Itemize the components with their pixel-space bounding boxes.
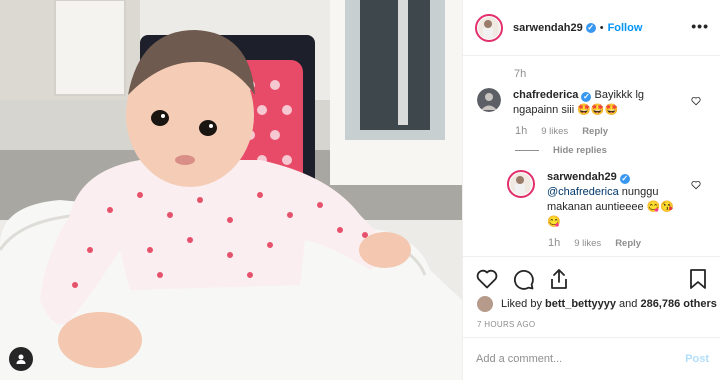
more-options-icon[interactable]: ••• bbox=[691, 19, 709, 33]
comment-emoji: 🤩🤩🤩 bbox=[577, 104, 619, 116]
commenter-avatar-image bbox=[477, 88, 501, 112]
reply-likes[interactable]: 9 likes bbox=[574, 238, 601, 249]
reply-text: sarwendah29 ✓ @chafrederica nunggu makana… bbox=[547, 170, 677, 230]
post-side-panel: sarwendah29 ✓ • Follow ••• 7h chafrederi… bbox=[462, 0, 720, 380]
verified-badge-icon: ✓ bbox=[585, 22, 596, 33]
comment-meta: 1h 9 likes Reply bbox=[515, 125, 608, 137]
reply-mention[interactable]: @chafrederica bbox=[547, 186, 619, 198]
reply-avatar-image bbox=[510, 173, 530, 193]
header-separator: • bbox=[599, 21, 604, 34]
liked-by-others[interactable]: 286,786 others bbox=[640, 298, 716, 310]
reply-username[interactable]: sarwendah29 bbox=[547, 171, 617, 183]
hide-replies-divider bbox=[515, 150, 539, 151]
post-age[interactable]: 7 HOURS AGO bbox=[477, 320, 535, 329]
post-photo[interactable] bbox=[0, 0, 462, 380]
add-comment-input[interactable]: Add a comment... bbox=[476, 353, 562, 365]
reply-like-heart-icon[interactable] bbox=[691, 180, 701, 190]
comment-item: chafrederica ✓ Bayikkk lg ngapainn siii 🤩… bbox=[477, 88, 689, 118]
comment-text: chafrederica ✓ Bayikkk lg ngapainn siii 🤩… bbox=[513, 88, 689, 118]
verified-badge-icon: ✓ bbox=[581, 92, 592, 102]
share-icon[interactable] bbox=[547, 267, 571, 291]
baby-photo-illustration bbox=[0, 0, 462, 380]
liked-by-line: Liked by bett_bettyyyy and 286,786 other… bbox=[477, 296, 717, 312]
comment-like-heart-icon[interactable] bbox=[691, 96, 701, 106]
liker-avatar[interactable] bbox=[477, 296, 493, 312]
author-avatar[interactable] bbox=[475, 13, 503, 42]
author-username[interactable]: sarwendah29 bbox=[513, 22, 583, 34]
liked-by-prefix: Liked by bbox=[501, 298, 542, 310]
comment-username[interactable]: chafrederica bbox=[513, 89, 578, 101]
bookmark-icon[interactable] bbox=[686, 267, 710, 291]
follow-button[interactable]: Follow bbox=[608, 22, 643, 34]
add-comment-bar: Add a comment... Post bbox=[463, 337, 720, 380]
hide-replies-label: Hide replies bbox=[553, 145, 607, 156]
heart-icon[interactable] bbox=[475, 267, 499, 291]
user-tag-icon bbox=[16, 354, 26, 364]
reply-author-avatar[interactable] bbox=[507, 170, 535, 198]
hide-replies-button[interactable]: Hide replies bbox=[515, 145, 607, 156]
comment-likes[interactable]: 9 likes bbox=[541, 126, 568, 137]
reply-time: 1h bbox=[548, 237, 561, 249]
liked-by-and: and bbox=[619, 298, 638, 310]
action-icons bbox=[475, 267, 571, 291]
reply-button[interactable]: Reply bbox=[582, 126, 608, 137]
user-tag-button[interactable] bbox=[9, 347, 33, 371]
reply-item: sarwendah29 ✓ @chafrederica nunggu makana… bbox=[507, 170, 677, 230]
reply-meta: 1h 9 likes Reply bbox=[548, 237, 641, 249]
verified-badge-icon: ✓ bbox=[619, 174, 630, 184]
post-header: sarwendah29 ✓ • Follow ••• bbox=[463, 0, 720, 56]
post-comment-button[interactable]: Post bbox=[685, 353, 709, 365]
author-avatar-image bbox=[478, 16, 498, 37]
reply-button[interactable]: Reply bbox=[615, 238, 641, 249]
comment-icon[interactable] bbox=[511, 267, 535, 291]
liked-by-user[interactable]: bett_bettyyyy bbox=[545, 298, 616, 310]
comment-time: 1h bbox=[515, 125, 528, 137]
caption-timestamp: 7h bbox=[514, 68, 527, 80]
commenter-avatar[interactable] bbox=[477, 88, 501, 112]
